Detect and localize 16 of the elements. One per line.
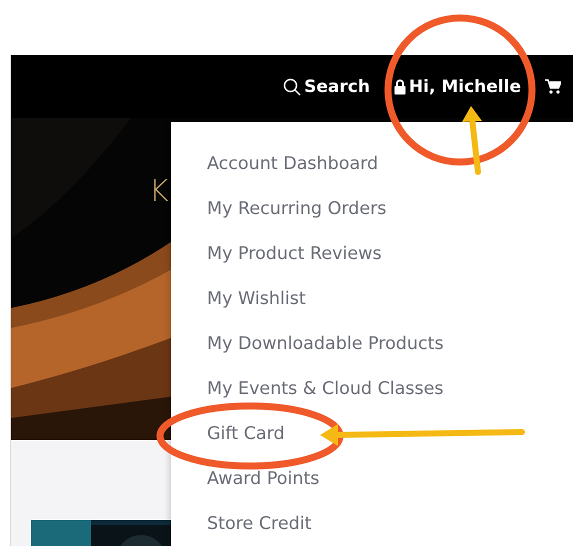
menu-item[interactable]: Account Dashboard [207, 142, 378, 187]
menu-item[interactable]: My Product Reviews [207, 232, 382, 277]
menu-item[interactable]: My Events & Cloud Classes [207, 366, 444, 412]
arrow-annotation [462, 106, 482, 175]
lock-icon [394, 78, 406, 94]
search-link[interactable]: Search [283, 76, 370, 96]
menu-item[interactable]: My Downloadable Products [207, 322, 444, 366]
hero-heading: K [149, 174, 169, 209]
menu-item[interactable]: My Recurring Orders [207, 186, 386, 232]
search-icon [283, 78, 302, 96]
menu-item[interactable]: Award Points [207, 456, 320, 502]
menu-item[interactable]: My Wishlist [207, 276, 306, 322]
account-link[interactable]: Hi, Michelle [394, 76, 521, 96]
menu-item[interactable]: Gift Card [207, 411, 285, 456]
menu-item[interactable]: Store Credit [207, 501, 312, 546]
cart-icon[interactable] [545, 79, 561, 94]
